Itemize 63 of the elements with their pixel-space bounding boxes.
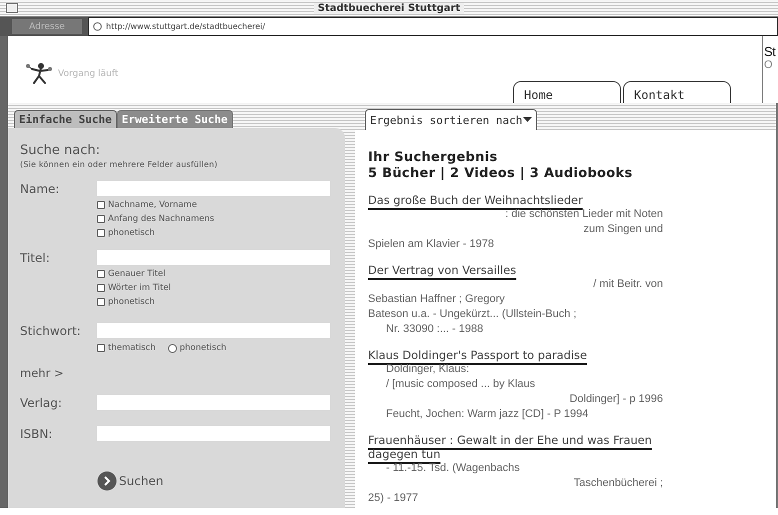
field-label: Verlag: bbox=[20, 396, 63, 410]
input-field[interactable] bbox=[97, 250, 330, 265]
result-detail: Doldinger, Klaus: bbox=[385, 362, 470, 377]
more-link[interactable]: mehr > bbox=[20, 366, 64, 380]
input-field[interactable] bbox=[97, 323, 330, 338]
result-title-link[interactable]: Das große Buch der Weihnachtslieder bbox=[368, 193, 693, 207]
results-heading: Ihr Suchergebnis bbox=[368, 150, 499, 166]
sort-tab[interactable]: Ergebnis sortieren nach bbox=[365, 109, 538, 130]
page-icon bbox=[93, 22, 102, 31]
url-field[interactable]: http://www.stuttgart.de/stadtbuecherei/ bbox=[88, 17, 778, 36]
checkbox[interactable] bbox=[97, 298, 105, 306]
form-hint: (Sie können ein oder mehrere Felder ausfüllen) bbox=[20, 159, 219, 171]
option-label: thematisch bbox=[108, 342, 156, 355]
result-detail: Sebastian Haffner ; Gregory bbox=[368, 292, 506, 307]
result-detail: : die schönsten Lieder mit Noten bbox=[504, 207, 663, 222]
caret-icon bbox=[523, 117, 532, 123]
input-field[interactable] bbox=[97, 426, 330, 441]
search-button[interactable]: Suchen bbox=[97, 471, 164, 491]
option-label: Genauer Titel bbox=[108, 268, 166, 281]
checkbox[interactable] bbox=[97, 201, 105, 209]
option-label: Wörter im Titel bbox=[108, 282, 171, 295]
input-field[interactable] bbox=[97, 395, 330, 410]
result-detail: Bateson u.a. - Ungekürzt... (Ullstein-Buch ; bbox=[368, 307, 578, 322]
option-label: Anfang des Nachnamens bbox=[108, 213, 214, 226]
result-title-link[interactable]: Klaus Doldinger's Passport to paradise bbox=[368, 348, 693, 362]
field-label: Titel: bbox=[20, 250, 51, 264]
checkbox[interactable] bbox=[97, 215, 105, 223]
subheading-text: O bbox=[764, 59, 773, 71]
result-detail: Doldinger] - p 1996 bbox=[568, 392, 663, 407]
option-label: phonetisch bbox=[108, 227, 155, 240]
result-detail: Nr. 33090 :... - 1988 bbox=[385, 322, 484, 337]
checkbox[interactable] bbox=[97, 344, 105, 352]
checkbox[interactable] bbox=[97, 284, 105, 292]
figure-icon bbox=[24, 63, 54, 85]
checkbox[interactable] bbox=[97, 270, 105, 278]
result-title-link[interactable]: Der Vertrag von Versailles bbox=[368, 263, 693, 277]
result-detail: / mit Beitr. von bbox=[592, 277, 663, 292]
nav-tab[interactable]: Home bbox=[513, 81, 621, 103]
nav-tab[interactable]: Kontakt bbox=[623, 81, 731, 103]
checkbox[interactable] bbox=[97, 229, 105, 237]
option-label: phonetisch bbox=[108, 296, 155, 309]
result-detail: Spielen am Klavier - 1978 bbox=[368, 237, 495, 252]
result-detail: - 11.-15. Tsd. (Wagenbachs bbox=[385, 461, 521, 476]
search-tab[interactable]: Einfache Suche bbox=[14, 110, 117, 128]
result-detail: 25) - 1977 bbox=[368, 491, 420, 506]
option-label: Nachname, Vorname bbox=[108, 199, 197, 212]
field-label: Stichwort: bbox=[20, 324, 82, 338]
field-label: Name: bbox=[20, 182, 60, 196]
result-detail: Taschenbücherei ; bbox=[572, 476, 663, 491]
status-text: Vorgang läuft bbox=[58, 69, 118, 79]
result-title-link[interactable]: Frauenhäuser : Gewalt in der Ehe und was Frauen dagegen tun bbox=[368, 433, 693, 461]
field-label: ISBN: bbox=[20, 426, 54, 440]
input-field[interactable] bbox=[97, 181, 330, 196]
option-label: phonetisch bbox=[180, 342, 226, 355]
result-detail: Feucht, Jochen: Warm jazz [CD] - P 1994 bbox=[385, 407, 590, 422]
result-detail: zum Singen und bbox=[582, 222, 663, 237]
radio-button[interactable] bbox=[168, 344, 177, 352]
results-summary: 5 Bücher | 2 Videos | 3 Audiobooks bbox=[368, 166, 634, 182]
window-title: Stadtbuecherei Stuttgart bbox=[314, 2, 464, 14]
result-detail: / [music composed ... by Klaus bbox=[385, 377, 536, 392]
form-heading: Suche nach: bbox=[20, 143, 101, 159]
close-box[interactable] bbox=[6, 3, 18, 13]
heading-text: St bbox=[764, 44, 776, 59]
